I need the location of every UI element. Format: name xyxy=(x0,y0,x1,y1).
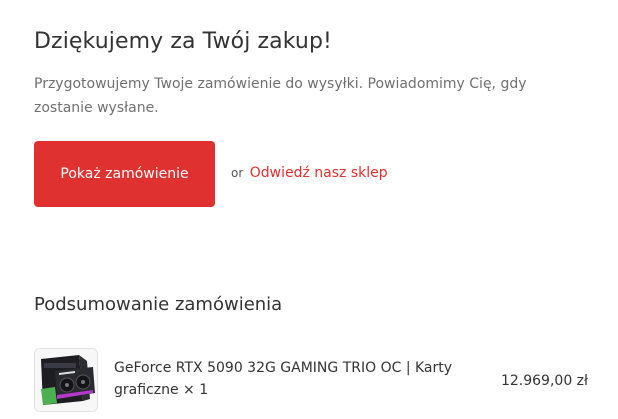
graphics-card-icon xyxy=(34,348,98,412)
product-thumbnail-image xyxy=(35,349,97,411)
confirmation-message: Przygotowujemy Twoje zamówienie do wysył… xyxy=(34,76,527,116)
or-text: or xyxy=(231,166,244,180)
order-summary-title: Podsumowanie zamówienia xyxy=(34,294,283,315)
visit-shop-link[interactable]: Odwiedź nasz sklep xyxy=(250,165,388,181)
order-item: GeForce RTX 5090 32G GAMING TRIO OC | Ka… xyxy=(34,348,594,412)
item-title: GeForce RTX 5090 32G GAMING TRIO OC | Ka… xyxy=(114,360,453,398)
item-name: GeForce RTX 5090 32G GAMING TRIO OC | Ka… xyxy=(114,357,474,401)
alternative-action: or Odwiedź nasz sklep xyxy=(231,163,388,183)
show-order-button[interactable]: Pokaż zamówienie xyxy=(34,141,215,207)
page-title: Dziękujemy za Twój zakup! xyxy=(34,29,332,54)
order-confirmation-page: Dziękujemy za Twój zakup! Przygotowujemy… xyxy=(0,0,618,419)
item-price: 12.969,00 zł xyxy=(500,373,588,389)
item-quantity: × 1 xyxy=(183,382,209,398)
